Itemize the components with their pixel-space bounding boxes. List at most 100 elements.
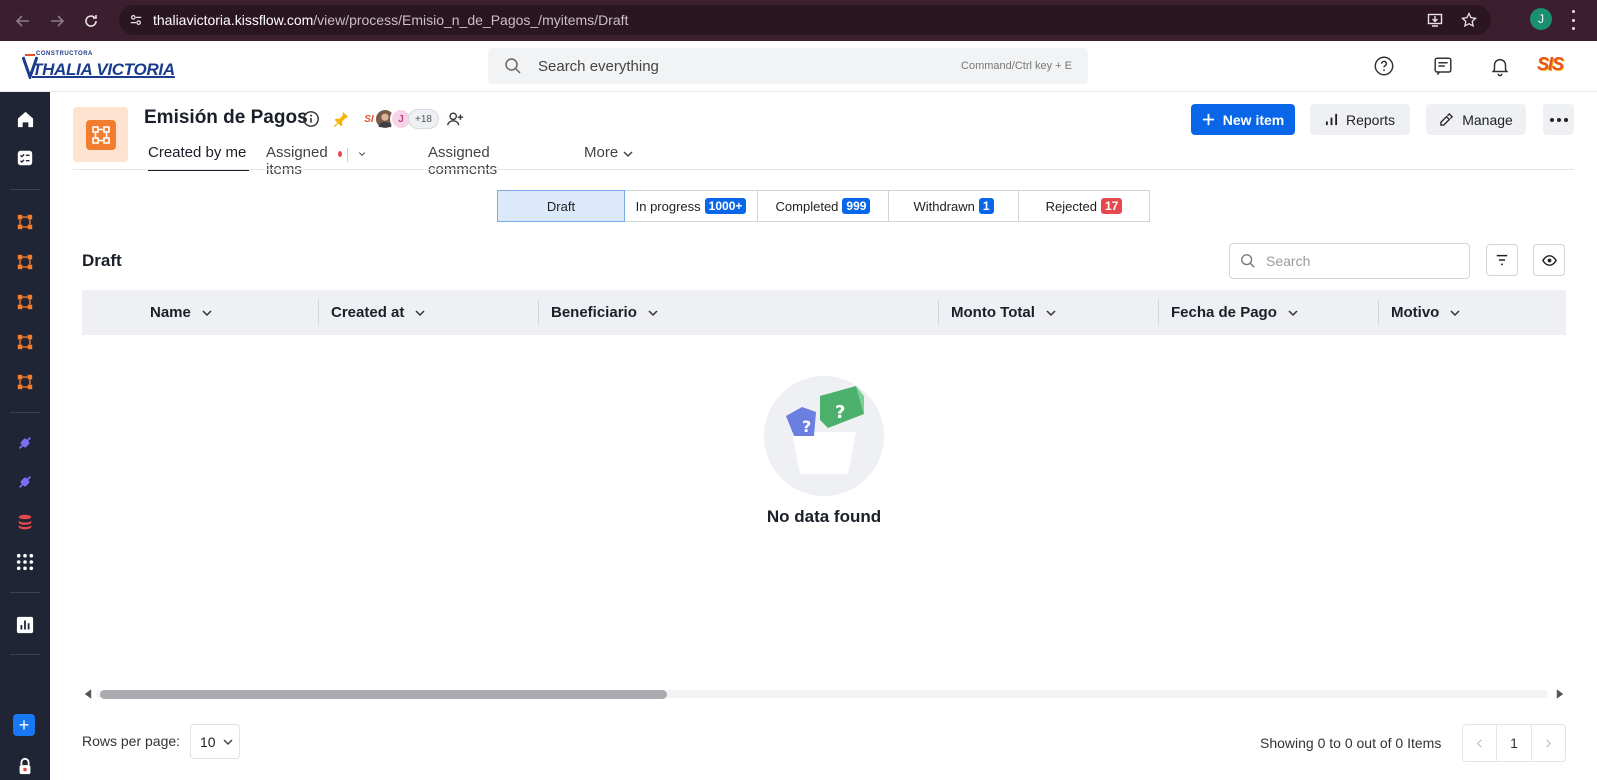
forward-icon[interactable]	[46, 10, 68, 32]
status-completed[interactable]: Completed 999	[757, 190, 889, 222]
button-label: Manage	[1462, 111, 1513, 128]
process-icon[interactable]	[13, 250, 37, 274]
lock-icon[interactable]	[13, 754, 37, 778]
help-icon[interactable]	[1372, 54, 1396, 78]
empty-state-text: No data found	[766, 507, 882, 526]
analytics-icon[interactable]	[13, 613, 37, 637]
status-count-badge: 1000+	[704, 198, 747, 214]
chevron-down-icon[interactable]	[358, 148, 366, 160]
tasks-icon[interactable]	[13, 146, 37, 170]
chevron-down-icon	[623, 151, 633, 158]
column-header-created-at[interactable]: Created at	[331, 290, 426, 335]
rows-per-page-select[interactable]: 10	[190, 724, 240, 759]
section-title: Draft	[82, 251, 122, 270]
status-withdrawn[interactable]: Withdrawn 1	[888, 190, 1019, 222]
more-members-count: +18	[408, 109, 439, 129]
column-header-fecha-de-pago[interactable]: Fecha de Pago	[1171, 290, 1299, 335]
search-placeholder: Search everything	[538, 57, 659, 75]
reports-button[interactable]: Reports	[1310, 104, 1410, 135]
column-label: Name	[150, 304, 191, 321]
chevron-down-icon	[1288, 309, 1298, 316]
empty-state-illustration: ? ?	[764, 376, 884, 496]
feed-icon[interactable]	[1431, 54, 1455, 78]
chrome-menu-icon[interactable]	[1571, 10, 1575, 30]
pagination-summary: Showing 0 to 0 out of 0 Items	[1260, 735, 1442, 751]
scroll-right-icon[interactable]	[1556, 688, 1564, 700]
search-icon	[505, 58, 521, 74]
add-user-icon[interactable]	[446, 110, 464, 128]
dataset-icon[interactable]	[13, 510, 37, 534]
column-label: Motivo	[1391, 304, 1440, 321]
column-separator	[938, 300, 939, 325]
back-icon[interactable]	[12, 10, 34, 32]
table-search-input[interactable]: Search	[1229, 243, 1470, 279]
address-bar[interactable]: thaliavictoria.kissflow.com/view/process…	[119, 5, 1491, 35]
logo-subtitle: CONSTRUCTORA	[36, 51, 93, 57]
notifications-bell-icon[interactable]	[1488, 54, 1512, 78]
site-settings-icon[interactable]	[127, 11, 145, 29]
brush-icon	[1440, 112, 1454, 126]
process-icon[interactable]	[13, 210, 37, 234]
unread-dot	[338, 151, 343, 157]
prev-page-icon[interactable]	[1463, 725, 1496, 761]
reload-icon[interactable]	[80, 10, 102, 32]
integration-icon[interactable]	[13, 470, 37, 494]
apps-grid-icon[interactable]	[13, 550, 37, 574]
column-header-name[interactable]: Name	[150, 290, 213, 335]
pin-icon[interactable]	[332, 110, 350, 128]
url-text: thaliavictoria.kissflow.com/view/process…	[153, 12, 629, 28]
company-logo[interactable]: CONSTRUCTORA THALIA VICTORIA	[22, 51, 182, 83]
new-item-button[interactable]: New item	[1191, 104, 1295, 135]
filter-icon[interactable]	[1486, 244, 1518, 276]
chevron-down-icon	[202, 309, 212, 316]
tab-more[interactable]: More	[584, 142, 634, 171]
process-avatar	[73, 107, 128, 162]
install-app-icon[interactable]	[1427, 12, 1443, 28]
scroll-left-icon[interactable]	[84, 688, 92, 700]
bookmark-star-icon[interactable]	[1461, 12, 1477, 28]
column-label: Created at	[331, 304, 405, 321]
column-header-monto-total[interactable]: Monto Total	[951, 290, 1057, 335]
tab-assigned-items[interactable]: Assigned items	[266, 142, 366, 178]
search-placeholder: Search	[1266, 253, 1311, 269]
home-icon[interactable]	[13, 107, 37, 131]
global-search[interactable]: Search everything Command/Ctrl key + E	[488, 48, 1088, 84]
more-options-icon[interactable]	[1543, 104, 1574, 135]
sidebar-divider	[10, 654, 40, 655]
search-icon	[1241, 254, 1255, 268]
column-header-beneficiario[interactable]: Beneficiario	[551, 290, 659, 335]
brand-badge[interactable]: SIS	[1537, 54, 1564, 75]
status-label: In progress	[635, 198, 701, 214]
status-draft[interactable]: Draft	[497, 190, 625, 222]
horizontal-scrollbar[interactable]	[82, 687, 1566, 701]
process-icon[interactable]	[13, 290, 37, 314]
info-icon[interactable]	[302, 110, 320, 128]
rows-per-page-value: 10	[200, 733, 216, 750]
tab-label: More	[584, 144, 619, 161]
create-new-icon[interactable]: +	[13, 714, 35, 736]
process-icon[interactable]	[13, 370, 37, 394]
scrollbar-thumb[interactable]	[100, 690, 667, 699]
column-header-motivo[interactable]: Motivo	[1391, 290, 1461, 335]
column-label: Beneficiario	[551, 304, 637, 321]
status-in-progress[interactable]: In progress 1000+	[624, 190, 758, 222]
process-icon[interactable]	[13, 330, 37, 354]
status-count-badge: 999	[842, 198, 871, 214]
column-label: Monto Total	[951, 304, 1035, 321]
integration-icon[interactable]	[13, 431, 37, 455]
logo-title: THALIA VICTORIA	[32, 60, 175, 79]
manage-button[interactable]: Manage	[1426, 104, 1526, 135]
browser-toolbar: thaliavictoria.kissflow.com/view/process…	[0, 0, 1597, 41]
current-page[interactable]: 1	[1496, 725, 1532, 761]
column-separator	[318, 300, 319, 325]
column-separator	[538, 300, 539, 325]
status-rejected[interactable]: Rejected 17	[1018, 190, 1150, 222]
next-page-icon[interactable]	[1532, 725, 1565, 761]
rows-per-page-label: Rows per page:	[82, 733, 181, 749]
members-avatars[interactable]: SI J +18	[358, 107, 439, 131]
eye-icon[interactable]	[1533, 244, 1565, 276]
tab-created-by-me[interactable]: Created by me	[148, 142, 249, 171]
profile-avatar[interactable]: J	[1530, 8, 1552, 30]
tab-assigned-comments[interactable]: Assigned comments	[428, 142, 497, 178]
pagination: 1	[1462, 724, 1566, 762]
